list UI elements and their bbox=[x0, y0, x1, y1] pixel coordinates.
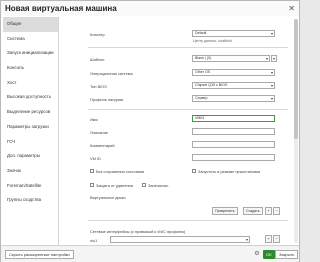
chevron-down-icon: ▾ bbox=[270, 31, 273, 36]
dialog-footer: Скрыть расширенные настройки ⚙ OK Закрыт… bbox=[1, 245, 299, 262]
vm-id-label: VM ID bbox=[90, 156, 101, 161]
new-vm-dialog: Новая виртуальная машина ✕ Общие Система… bbox=[0, 0, 300, 262]
optimize-value: Сервер bbox=[195, 96, 208, 100]
vm-id-input[interactable] bbox=[192, 154, 275, 161]
os-select[interactable]: Other OS ▾ bbox=[192, 69, 275, 76]
toggle-advanced-button[interactable]: Скрыть расширенные настройки bbox=[5, 250, 74, 259]
optimize-label: Профиль нагрузки bbox=[90, 97, 124, 102]
cluster-value: Default bbox=[195, 31, 207, 35]
sidebar-item-general[interactable]: Общие bbox=[3, 17, 58, 32]
optimize-select[interactable]: Сервер ▾ bbox=[192, 95, 275, 102]
nic1-profile-select[interactable]: ▾ bbox=[110, 236, 250, 243]
datacenter-hint: Центр данных: localfield bbox=[193, 39, 232, 43]
stateless-label: Без сохранения состояния bbox=[96, 169, 145, 174]
dialog-titlebar: Новая виртуальная машина ✕ bbox=[1, 1, 299, 16]
sidebar-item-init[interactable]: Запуск инициализации bbox=[3, 46, 58, 61]
start-paused-checkbox[interactable] bbox=[192, 169, 196, 173]
divider bbox=[88, 47, 288, 48]
divider bbox=[88, 109, 288, 110]
close-icon[interactable]: ✕ bbox=[288, 4, 295, 13]
comment-label: Комментарий bbox=[90, 143, 115, 148]
sidebar-item-icon[interactable]: Значок bbox=[3, 164, 58, 179]
start-paused-label: Запустить в режиме приостановки bbox=[198, 169, 261, 174]
close-button[interactable]: Закрыть bbox=[275, 250, 299, 259]
ok-button[interactable]: OK bbox=[263, 250, 275, 259]
bios-label: Тип BIOS bbox=[90, 84, 107, 89]
bios-select[interactable]: Chipset Q35 с BIOS ▾ bbox=[192, 82, 275, 89]
stateless-checkbox[interactable] bbox=[90, 169, 94, 173]
chevron-down-icon: ▾ bbox=[265, 56, 268, 61]
nic1-label: nic1 bbox=[90, 238, 98, 243]
sidebar-item-rng[interactable]: ГСЧ bbox=[3, 135, 58, 150]
chevron-down-icon: ▾ bbox=[270, 83, 273, 88]
attach-disk-button[interactable]: Прикрепить bbox=[212, 207, 238, 215]
sidebar-item-custom[interactable]: Доп. параметры bbox=[3, 149, 58, 164]
delete-protection-label: Защита от удаления bbox=[96, 183, 133, 188]
create-disk-button[interactable]: Создать bbox=[243, 207, 263, 215]
bios-value: Chipset Q35 с BIOS bbox=[195, 83, 228, 87]
name-input[interactable]: VM01 bbox=[192, 115, 275, 122]
sidebar-item-resources[interactable]: Выделение ресурсов bbox=[3, 105, 58, 120]
description-input[interactable] bbox=[192, 128, 275, 135]
content-scrollbar[interactable] bbox=[294, 19, 298, 243]
template-value: Blank | (0) bbox=[195, 56, 212, 60]
sidebar-item-system[interactable]: Система bbox=[3, 32, 58, 47]
template-label: Шаблон bbox=[90, 57, 105, 62]
general-tab-content: Кластер Default ▾ Центр данных: localfie… bbox=[60, 17, 293, 245]
template-extra-button[interactable]: ▾ bbox=[271, 55, 277, 62]
chevron-down-icon: ▾ bbox=[270, 96, 273, 101]
sidebar-item-affinity[interactable]: Группы сходства bbox=[3, 193, 58, 208]
comment-input[interactable] bbox=[192, 141, 275, 148]
cluster-label: Кластер bbox=[90, 32, 105, 37]
sealed-checkbox[interactable] bbox=[142, 183, 146, 187]
os-value: Other OS bbox=[195, 70, 211, 74]
chevron-down-icon: ▾ bbox=[270, 70, 273, 75]
sidebar: Общие Система Запуск инициализации Консо… bbox=[3, 17, 59, 245]
cluster-select[interactable]: Default ▾ bbox=[192, 30, 275, 37]
os-label: Операционная система bbox=[90, 71, 133, 76]
remove-nic-button[interactable]: − bbox=[273, 235, 280, 243]
dialog-title: Новая виртуальная машина bbox=[5, 4, 117, 13]
nics-label: Сетевые интерфейсы (с привязкой к vNIC п… bbox=[90, 229, 186, 234]
gear-icon[interactable]: ⚙ bbox=[253, 250, 261, 258]
scrollbar-thumb[interactable] bbox=[294, 19, 298, 139]
chevron-down-icon: ▾ bbox=[245, 237, 248, 242]
sidebar-item-ha[interactable]: Высокая доступность bbox=[3, 90, 58, 105]
delete-protection-checkbox[interactable] bbox=[90, 183, 94, 187]
add-disk-button[interactable]: + bbox=[265, 207, 272, 215]
template-select[interactable]: Blank | (0) ▾ bbox=[192, 55, 270, 62]
sidebar-item-console[interactable]: Консоль bbox=[3, 61, 58, 76]
sidebar-item-host[interactable]: Хост bbox=[3, 76, 58, 91]
remove-disk-button[interactable]: − bbox=[273, 207, 280, 215]
sidebar-item-foreman[interactable]: Foreman/Satellite bbox=[3, 179, 58, 194]
virtual-disks-label: Виртуальные диски bbox=[90, 195, 126, 200]
sidebar-item-boot[interactable]: Параметры загрузки bbox=[3, 120, 58, 135]
sealed-label: Запечатать bbox=[148, 183, 169, 188]
divider bbox=[88, 220, 288, 221]
description-label: Описание bbox=[90, 130, 108, 135]
add-nic-button[interactable]: + bbox=[265, 235, 272, 243]
name-label: Имя bbox=[90, 117, 98, 122]
